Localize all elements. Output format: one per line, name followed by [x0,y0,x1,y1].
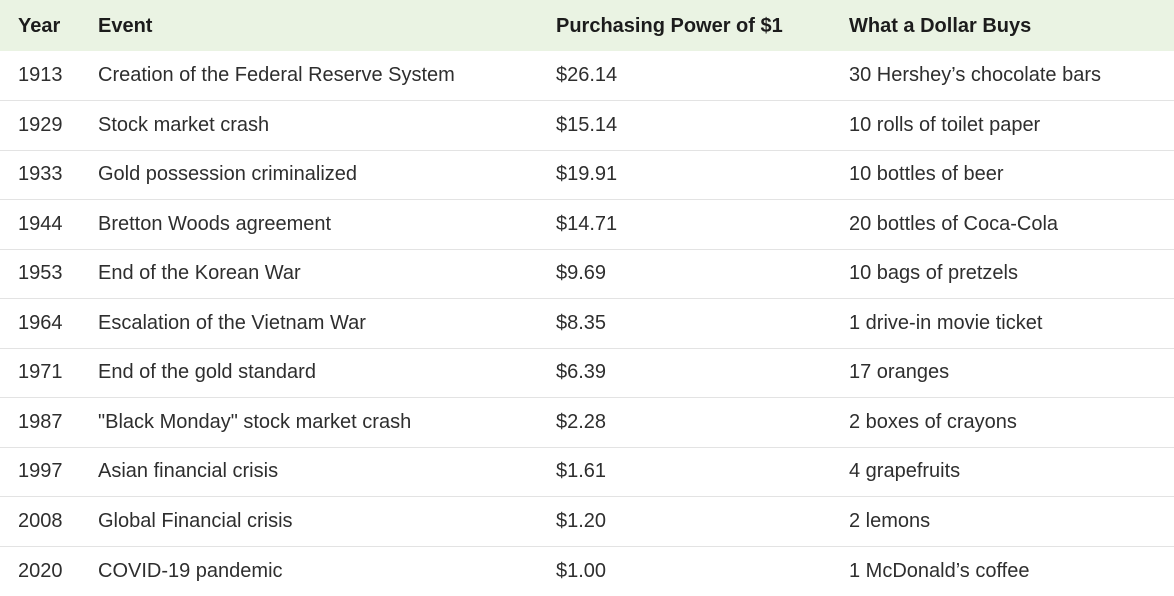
purchasing-power-table: Year Event Purchasing Power of $1 What a… [0,0,1174,596]
header-what-a-dollar-buys: What a Dollar Buys [849,15,1032,37]
cell-what-a-dollar-buys: 2 boxes of crayons [849,410,1017,433]
cell-purchasing-power: $1.61 [556,460,607,483]
cell-what-a-dollar-buys: 1 drive-in movie ticket [849,311,1043,334]
cell-what-a-dollar-buys: 2 lemons [849,509,931,532]
cell-what-a-dollar-buys: 30 Hershey’s chocolate bars [849,64,1101,86]
cell-event: Global Financial crisis [98,509,293,532]
table-row: 1964 Escalation of the Vietnam War $8.35… [0,299,1174,348]
cell-year: 1997 [18,460,63,483]
cell-year: 2008 [18,509,63,532]
cell-purchasing-power: $1.20 [556,509,607,532]
table-body: 1913 Creation of the Federal Reserve Sys… [0,51,1174,596]
cell-what-a-dollar-buys: 20 bottles of Coca-Cola [849,212,1059,235]
cell-event: Asian financial crisis [98,460,279,483]
cell-purchasing-power: $6.39 [556,361,607,384]
cell-event: Stock market crash [98,113,270,136]
cell-what-a-dollar-buys: 1 McDonald’s coffee [849,559,1030,582]
table-row: 1944 Bretton Woods agreement $14.71 20 b… [0,200,1174,249]
cell-purchasing-power: $2.28 [556,410,607,433]
cell-purchasing-power: $19.91 [556,163,618,186]
cell-year: 1971 [18,361,63,384]
header-row: Year Event Purchasing Power of $1 What a… [0,0,1174,51]
cell-purchasing-power: $26.14 [556,64,618,86]
cell-what-a-dollar-buys: 10 bottles of beer [849,163,1004,186]
header-year: Year [18,15,61,37]
table-row: 1913 Creation of the Federal Reserve Sys… [0,51,1174,101]
table-header: Year Event Purchasing Power of $1 What a… [0,0,1174,51]
cell-what-a-dollar-buys: 17 oranges [849,361,950,384]
cell-year: 2020 [18,559,63,582]
cell-event: Bretton Woods agreement [98,212,332,235]
table-row: 2020 COVID-19 pandemic $1.00 1 McDonald’… [0,546,1174,596]
table-row: 1987 "Black Monday" stock market crash $… [0,398,1174,447]
cell-year: 1964 [18,311,63,334]
cell-year: 1953 [18,262,63,285]
cell-event: Creation of the Federal Reserve System [98,64,455,86]
cell-year: 1944 [18,212,63,235]
cell-purchasing-power: $9.69 [556,262,607,285]
table-row: 1929 Stock market crash $15.14 10 rolls … [0,101,1174,150]
table-row: 1953 End of the Korean War $9.69 10 bags… [0,249,1174,299]
cell-year: 1929 [18,113,63,136]
header-purchasing-power: Purchasing Power of $1 [556,15,783,37]
table-row: 2008 Global Financial crisis $1.20 2 lem… [0,497,1174,546]
cell-event: COVID-19 pandemic [98,559,283,582]
cell-event: End of the gold standard [98,361,316,384]
cell-purchasing-power: $15.14 [556,113,618,136]
cell-year: 1987 [18,410,63,433]
cell-event: "Black Monday" stock market crash [98,410,412,433]
table-row: 1971 End of the gold standard $6.39 17 o… [0,348,1174,398]
cell-event: End of the Korean War [98,262,301,285]
table-row: 1997 Asian financial crisis $1.61 4 grap… [0,447,1174,497]
cell-what-a-dollar-buys: 10 rolls of toilet paper [849,113,1041,136]
cell-purchasing-power: $14.71 [556,212,618,235]
header-event: Event [98,15,153,37]
cell-what-a-dollar-buys: 4 grapefruits [849,460,961,483]
cell-purchasing-power: $8.35 [556,311,607,334]
cell-event: Escalation of the Vietnam War [98,311,366,334]
cell-purchasing-power: $1.00 [556,559,607,582]
cell-year: 1913 [18,64,63,86]
cell-what-a-dollar-buys: 10 bags of pretzels [849,262,1018,285]
cell-event: Gold possession criminalized [98,163,358,186]
table-row: 1933 Gold possession criminalized $19.91… [0,150,1174,200]
cell-year: 1933 [18,163,63,186]
